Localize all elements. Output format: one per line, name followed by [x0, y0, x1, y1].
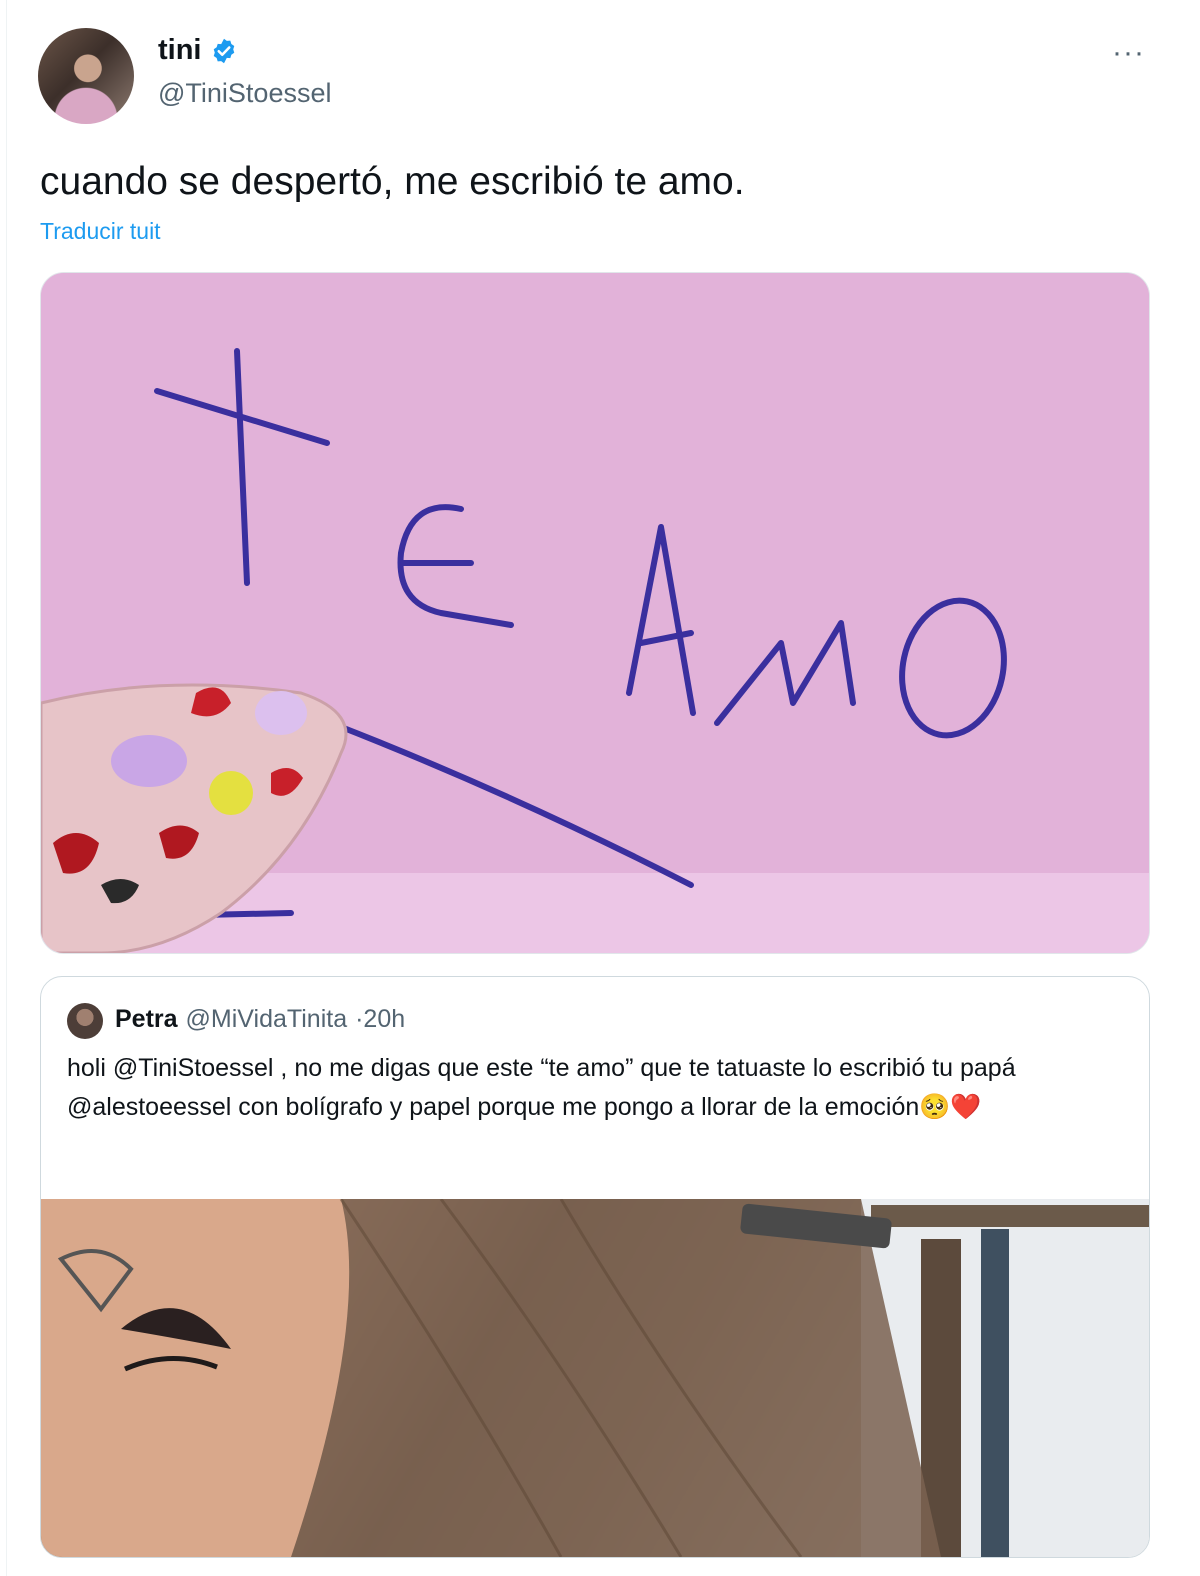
- more-options-icon[interactable]: ···: [1112, 36, 1145, 70]
- quoted-tweet-time: ·20h: [355, 1005, 406, 1033]
- author-name[interactable]: tini: [158, 34, 202, 67]
- verified-badge-icon: [213, 38, 234, 63]
- quoted-tweet-card[interactable]: Petra @MiVidaTinita ·20h holi @TiniStoes…: [40, 976, 1150, 1558]
- translate-tweet-link[interactable]: Traducir tuit: [40, 218, 161, 245]
- author-name-row: tini: [158, 34, 238, 67]
- handwritten-note-image: [41, 273, 1149, 953]
- profile-photo-image: [41, 1199, 1149, 1557]
- timeline-border: [6, 0, 7, 1576]
- quoted-author-name: Petra: [115, 1005, 178, 1033]
- quoted-author-handle: @MiVidaTinita: [185, 1005, 348, 1033]
- tweet-photo[interactable]: [40, 272, 1150, 954]
- tweet-text: cuando se despertó, me escribió te amo.: [40, 160, 745, 203]
- quoted-tweet-photo[interactable]: [41, 1199, 1149, 1557]
- quoted-tweet-text: holi @TiniStoessel , no me digas que est…: [67, 1054, 1016, 1121]
- author-avatar[interactable]: [38, 28, 134, 124]
- quoted-author-avatar: [67, 1003, 103, 1039]
- author-handle[interactable]: @TiniStoessel: [158, 78, 331, 109]
- quoted-tweet-header: Petra @MiVidaTinita ·20h: [115, 1005, 405, 1034]
